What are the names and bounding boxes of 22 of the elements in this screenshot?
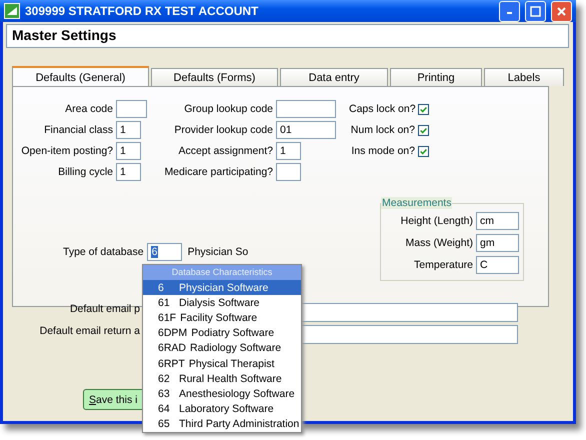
field-label: Type of database — [63, 246, 144, 258]
field-label: Accept assignment? — [177, 145, 273, 157]
field-label: Group lookup code — [183, 103, 273, 115]
field-label: Financial class — [43, 124, 113, 136]
field-label: Provider lookup code — [173, 124, 273, 136]
field-label: Open-item posting? — [20, 145, 113, 157]
field-label: Area code — [64, 103, 113, 115]
window-title: 309999 STRATFORD RX TEST ACCOUNT — [25, 4, 260, 18]
checkbox-label: Caps lock on? — [349, 103, 415, 115]
field-label: Default email return a — [38, 325, 140, 339]
dropdown-title: Database Characteristics — [143, 265, 301, 280]
group-title: Measurements — [381, 197, 452, 209]
checkbox-label: Ins mode on? — [350, 145, 415, 157]
field-label: Mass (Weight) — [404, 237, 473, 249]
field-label: Billing cycle — [57, 166, 113, 178]
field-label: Medicare participating? — [163, 166, 273, 178]
checkbox-label: Num lock on? — [350, 124, 415, 136]
field-label: Default email p — [68, 303, 140, 317]
field-label: Height (Length) — [400, 215, 473, 227]
database-description: Physician So — [188, 246, 248, 258]
field-label: Temperature — [413, 259, 473, 271]
page-title: Master Settings — [6, 24, 569, 48]
